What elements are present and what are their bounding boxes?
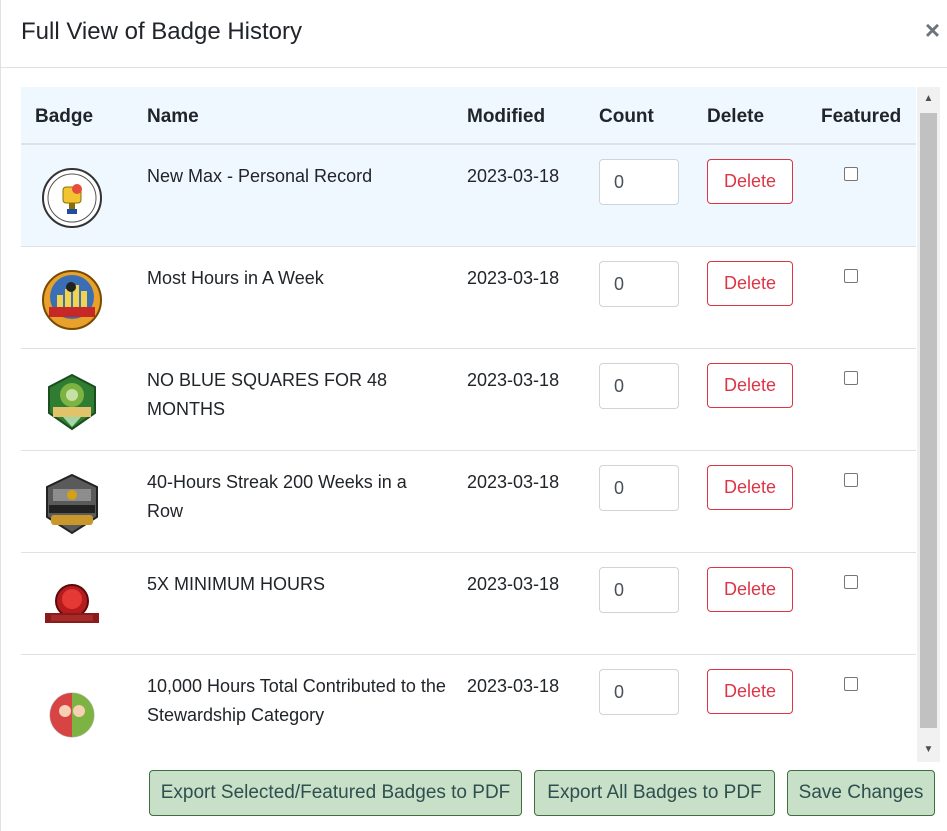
table-row: 10,000 Hours Total Contributed to the St… <box>21 655 916 757</box>
scrollbar-thumb[interactable] <box>920 113 937 728</box>
stewardship-badge-icon <box>49 681 95 738</box>
hours-streak-badge-icon <box>46 473 98 535</box>
featured-checkbox[interactable] <box>844 575 858 589</box>
badge-name: 5X MINIMUM HOURS <box>147 574 326 594</box>
badge-modified-date: 2023-03-18 <box>467 472 560 492</box>
badge-modified-date: 2023-03-18 <box>467 676 560 696</box>
table-row: Most Hours in A Week 2023-03-18 Delete <box>21 247 916 349</box>
delete-button[interactable]: Delete <box>707 159 793 204</box>
featured-checkbox[interactable] <box>844 371 858 385</box>
delete-button[interactable]: Delete <box>707 465 793 510</box>
header-name: Name <box>147 106 199 127</box>
header-badge: Badge <box>35 106 94 127</box>
table-row: NO BLUE SQUARES FOR 48 MONTHS 2023-03-18… <box>21 349 916 451</box>
badge-modified-date: 2023-03-18 <box>467 370 560 390</box>
table-row: 40-Hours Streak 200 Weeks in a Row 2023-… <box>21 451 916 553</box>
count-input[interactable] <box>599 465 679 511</box>
badge-name: New Max - Personal Record <box>147 166 373 186</box>
featured-checkbox[interactable] <box>844 473 858 487</box>
featured-checkbox[interactable] <box>844 677 858 691</box>
delete-button[interactable]: Delete <box>707 669 793 714</box>
badge-modified-date: 2023-03-18 <box>467 166 560 186</box>
header-modified: Modified <box>467 106 546 127</box>
export-selected-button[interactable]: Export Selected/Featured Badges to PDF <box>149 770 522 816</box>
no-blue-squares-badge-icon <box>48 373 96 431</box>
scroll-down-arrow-icon[interactable]: ▼ <box>917 738 940 762</box>
delete-button[interactable]: Delete <box>707 261 793 306</box>
save-changes-button[interactable]: Save Changes <box>787 770 935 816</box>
header-count: Count <box>599 106 654 127</box>
delete-button[interactable]: Delete <box>707 363 793 408</box>
count-input[interactable] <box>599 669 679 715</box>
vertical-scrollbar[interactable]: ▲ ▼ <box>917 87 940 762</box>
count-input[interactable] <box>599 261 679 307</box>
count-input[interactable] <box>599 567 679 613</box>
export-all-button[interactable]: Export All Badges to PDF <box>534 770 775 816</box>
modal-title: Full View of Badge History <box>21 18 303 45</box>
badge-history-modal: Full View of Badge History × Badge Name … <box>0 0 947 831</box>
featured-checkbox[interactable] <box>844 167 858 181</box>
personal-record-badge-icon <box>42 168 102 228</box>
count-input[interactable] <box>599 159 679 205</box>
header-delete: Delete <box>707 106 765 127</box>
scroll-up-arrow-icon[interactable]: ▲ <box>917 87 940 111</box>
count-input[interactable] <box>599 363 679 409</box>
badge-name: 40-Hours Streak 200 Weeks in a Row <box>147 472 407 521</box>
badge-modified-date: 2023-03-18 <box>467 268 560 288</box>
modal-header: Full View of Badge History × <box>1 0 947 68</box>
table-row: New Max - Personal Record 2023-03-18 Del… <box>21 145 916 247</box>
table-header: Badge Name Modified Count Delete Feature… <box>21 87 916 145</box>
minimum-hours-badge-icon <box>45 584 99 623</box>
header-featured: Featured <box>821 106 902 127</box>
most-hours-badge-icon <box>42 270 102 330</box>
badge-modified-date: 2023-03-18 <box>467 574 560 594</box>
featured-checkbox[interactable] <box>844 269 858 283</box>
close-icon[interactable]: × <box>925 17 940 43</box>
delete-button[interactable]: Delete <box>707 567 793 612</box>
badge-name: Most Hours in A Week <box>147 268 324 288</box>
badge-name: NO BLUE SQUARES FOR 48 MONTHS <box>147 370 388 419</box>
table-row: 5X MINIMUM HOURS 2023-03-18 Delete <box>21 553 916 655</box>
badge-name: 10,000 Hours Total Contributed to the St… <box>147 676 446 725</box>
badge-table-scroll-area[interactable]: Badge Name Modified Count Delete Feature… <box>21 87 940 762</box>
